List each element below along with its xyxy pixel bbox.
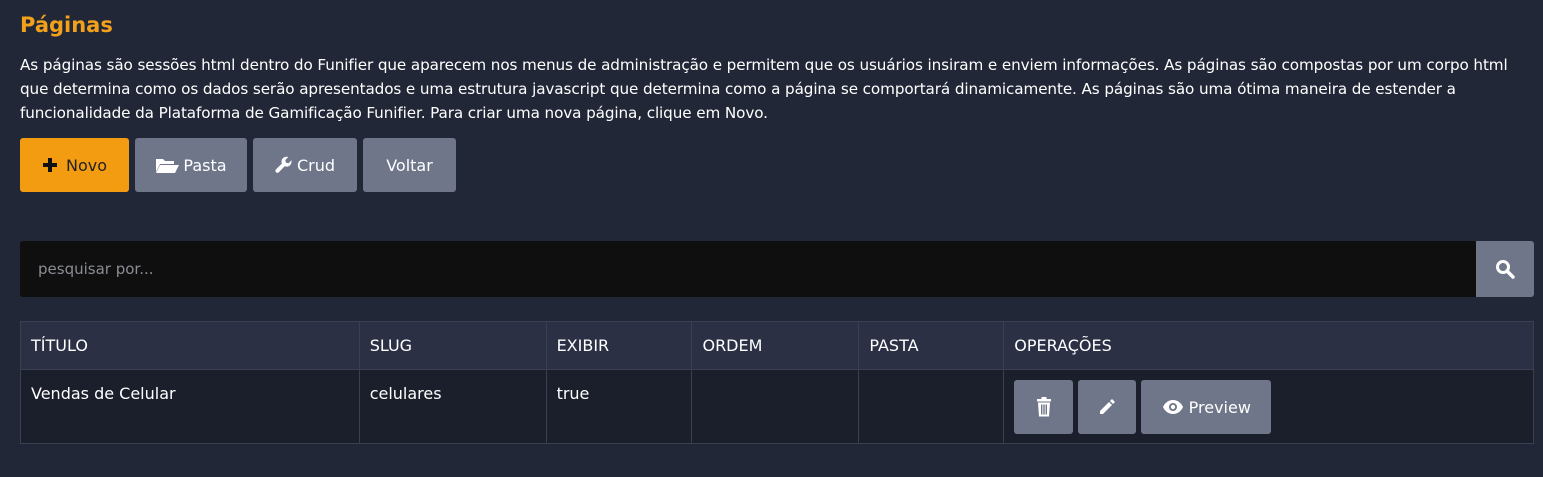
- column-header-show[interactable]: EXIBIR: [545, 321, 693, 370]
- search-input[interactable]: [20, 241, 1476, 297]
- back-button[interactable]: Voltar: [363, 138, 456, 192]
- plus-icon: [42, 158, 57, 172]
- new-button[interactable]: Novo: [20, 138, 129, 192]
- column-header-operations: OPERAÇÕES: [1003, 321, 1534, 370]
- eye-icon: [1162, 400, 1183, 414]
- cell-slug: celulares: [358, 369, 547, 444]
- folder-button-label: Pasta: [183, 155, 227, 175]
- back-button-label: Voltar: [386, 155, 433, 175]
- cell-show: true: [545, 369, 693, 444]
- column-header-folder[interactable]: PASTA: [858, 321, 1005, 370]
- pages-table: TÍTULO SLUG EXIBIR ORDEM PASTA OPERAÇÕES…: [20, 321, 1534, 444]
- folder-button[interactable]: Pasta: [135, 138, 247, 192]
- new-button-label: Novo: [65, 155, 107, 175]
- table-row: Vendas de Celular celulares true Preview: [20, 369, 1534, 444]
- column-header-title[interactable]: TÍTULO: [20, 321, 360, 370]
- cell-title: Vendas de Celular: [20, 369, 360, 444]
- cell-order: [691, 369, 860, 444]
- delete-button[interactable]: [1014, 380, 1074, 434]
- search-button[interactable]: [1476, 241, 1534, 297]
- wrench-icon: [275, 156, 292, 173]
- cell-folder: [858, 369, 1005, 444]
- page-title: Páginas: [20, 13, 113, 37]
- trash-icon: [1036, 397, 1051, 417]
- column-header-slug[interactable]: SLUG: [358, 321, 547, 370]
- table-header-row: TÍTULO SLUG EXIBIR ORDEM PASTA OPERAÇÕES: [20, 321, 1534, 370]
- search-bar: [20, 241, 1534, 297]
- search-icon: [1496, 260, 1515, 279]
- column-header-order[interactable]: ORDEM: [691, 321, 860, 370]
- edit-button[interactable]: [1078, 380, 1137, 434]
- page-description: As páginas são sessões html dentro do Fu…: [20, 56, 1508, 122]
- preview-button-label: Preview: [1188, 397, 1251, 417]
- pencil-icon: [1100, 399, 1116, 414]
- crud-button-label: Crud: [296, 155, 336, 175]
- crud-button[interactable]: Crud: [253, 138, 357, 192]
- folder-open-icon: [156, 158, 180, 173]
- preview-button[interactable]: Preview: [1141, 380, 1272, 434]
- toolbar: Novo Pasta Crud Voltar: [20, 138, 462, 192]
- cell-operations: Preview: [1003, 369, 1534, 444]
